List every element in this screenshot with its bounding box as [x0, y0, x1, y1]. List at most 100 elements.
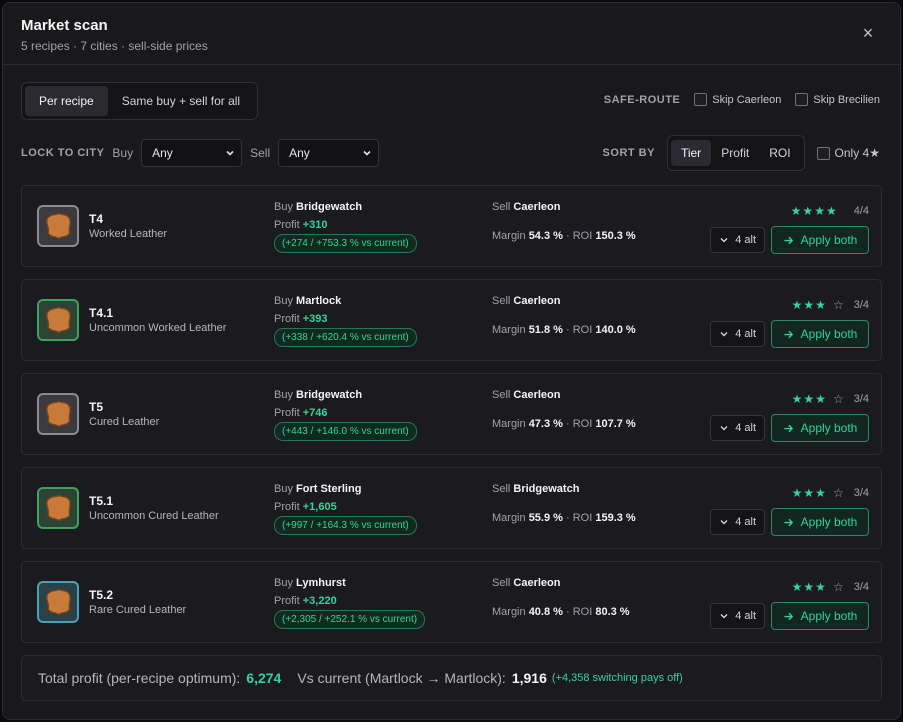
only-4-star-checkbox[interactable]: Only 4★ — [816, 146, 880, 160]
leather-icon — [37, 581, 79, 623]
recipe-card: T5.1 Uncommon Cured Leather Buy Fort Sterl… — [21, 467, 882, 549]
star-empty-icon: ☆ — [832, 486, 844, 500]
market-scan-modal: Market scan 5 recipes · 7 cities · sell-… — [2, 2, 901, 720]
sort-roi-button[interactable]: ROI — [759, 140, 800, 166]
sort-tier-button[interactable]: Tier — [670, 140, 712, 166]
apply-both-button[interactable]: Apply both — [771, 414, 869, 442]
roi-value: 140.0 % — [595, 324, 636, 336]
buy-prefix: Buy — [274, 389, 293, 401]
apply-label: Apply both — [800, 421, 858, 435]
arrow-right-icon — [784, 612, 793, 620]
margin-roi: Margin 54.3 % · ROI 150.3 % — [492, 230, 636, 242]
buy-prefix: Buy — [274, 577, 293, 589]
chevron-down-icon — [226, 150, 234, 156]
total-label: Total profit (per-recipe optimum): — [38, 670, 241, 686]
sell-city-select[interactable]: Any — [278, 139, 380, 167]
leather-icon — [37, 205, 79, 247]
sort-toggle: Tier Profit ROI — [666, 135, 805, 171]
checkbox-label: Only 4★ — [834, 146, 880, 160]
vs-value: 1,916 — [511, 670, 547, 686]
margin-roi: Margin 55.9 % · ROI 159.3 % — [492, 512, 636, 524]
recipe-card: T5.2 Rare Cured Leather Buy Lymhurst Profit… — [21, 561, 882, 643]
star-rating: ★★★★ 4/4 — [791, 204, 869, 218]
roi-value: 150.3 % — [595, 230, 636, 242]
leather-icon — [37, 393, 79, 435]
apply-both-button[interactable]: Apply both — [771, 602, 869, 630]
profit: Profit +3,220 — [274, 595, 337, 607]
apply-both-button[interactable]: Apply both — [771, 320, 869, 348]
checkbox-box[interactable] — [694, 93, 708, 106]
checkbox-box[interactable] — [795, 93, 809, 106]
apply-both-button[interactable]: Apply both — [771, 508, 869, 536]
star-rating: ★★★ ☆ 3/4 — [792, 580, 869, 594]
sell-prefix: Sell — [492, 389, 511, 401]
sort-profit-button[interactable]: Profit — [711, 140, 759, 166]
checkbox-box[interactable] — [816, 146, 830, 160]
recipe-name: Worked Leather — [89, 228, 168, 240]
alternatives-dropdown[interactable]: 4 alt — [710, 415, 765, 441]
skip-caerleon-checkbox[interactable]: Skip Caerleon — [694, 93, 781, 106]
close-icon[interactable]: × — [858, 23, 878, 43]
profit: Profit +310 — [274, 219, 328, 231]
sell-city-name: Caerleon — [513, 295, 561, 307]
sell-city: Sell Caerleon — [492, 577, 560, 589]
profit: Profit +393 — [274, 313, 328, 325]
recipe-name: Uncommon Cured Leather — [89, 510, 219, 522]
arrow-right-icon — [784, 330, 793, 338]
chevron-down-icon — [720, 238, 728, 243]
modal-body: Per recipe Same buy + sell for all SAFE-… — [3, 65, 900, 701]
margin-roi: Margin 51.8 % · ROI 140.0 % — [492, 324, 636, 336]
skip-brecilien-checkbox[interactable]: Skip Brecilien — [795, 93, 880, 106]
roi-prefix: · ROI — [566, 324, 593, 336]
select-value: Any — [289, 146, 310, 160]
select-value: Any — [152, 146, 173, 160]
leather-icon — [37, 299, 79, 341]
chevron-down-icon — [720, 614, 728, 619]
roi-value: 80.3 % — [595, 606, 630, 618]
alternatives-dropdown[interactable]: 4 alt — [710, 509, 765, 535]
buy-city-name: Bridgewatch — [296, 201, 363, 213]
alternatives-dropdown[interactable]: 4 alt — [710, 321, 765, 347]
buy-city-name: Lymhurst — [296, 577, 346, 589]
star-filled-icon: ★★★★ — [790, 204, 838, 218]
buy-city: Buy Fort Sterling — [274, 483, 361, 495]
roi-prefix: · ROI — [566, 606, 593, 618]
chevron-down-icon — [720, 332, 728, 337]
margin-value: 47.3 % — [528, 418, 563, 430]
profit-value: +746 — [302, 407, 328, 419]
star-count: 3/4 — [853, 299, 869, 311]
alt-label: 4 alt — [735, 328, 756, 340]
buy-city-select[interactable]: Any — [141, 139, 243, 167]
checkbox-label: Skip Brecilien — [813, 93, 880, 106]
arrow-right-icon — [784, 236, 793, 244]
margin-value: 40.8 % — [528, 606, 563, 618]
profit-prefix: Profit — [274, 501, 300, 513]
switch-note: (+4,358 switching pays off) — [551, 672, 683, 684]
buy-city: Buy Bridgewatch — [274, 201, 362, 213]
buy-city-name: Fort Sterling — [296, 483, 362, 495]
profit: Profit +1,605 — [274, 501, 337, 513]
sell-city: Sell Bridgewatch — [492, 483, 579, 495]
roi-value: 107.7 % — [595, 418, 636, 430]
buy-city-name: Bridgewatch — [296, 389, 363, 401]
margin-prefix: Margin — [492, 512, 526, 524]
star-rating: ★★★ ☆ 3/4 — [792, 392, 869, 406]
tab-same-buy-sell[interactable]: Same buy + sell for all — [108, 86, 254, 116]
star-rating: ★★★ ☆ 3/4 — [792, 486, 869, 500]
tab-per-recipe[interactable]: Per recipe — [25, 86, 108, 116]
buy-prefix: Buy — [274, 201, 293, 213]
recipe-tier: T5.1 — [89, 494, 114, 508]
chevron-down-icon — [720, 426, 728, 431]
margin-value: 54.3 % — [528, 230, 563, 242]
total-value: 6,274 — [246, 670, 282, 686]
modal-subtitle: 5 recipes · 7 cities · sell-side prices — [21, 39, 208, 53]
profit-value: +1,605 — [302, 501, 337, 513]
buy-label: Buy — [112, 146, 134, 160]
buy-prefix: Buy — [274, 483, 293, 495]
apply-both-button[interactable]: Apply both — [771, 226, 869, 254]
filter-row: LOCK TO CITY Buy Any Sell Any SORT BY Ti… — [21, 135, 882, 185]
alternatives-dropdown[interactable]: 4 alt — [710, 227, 765, 253]
alternatives-dropdown[interactable]: 4 alt — [710, 603, 765, 629]
recipe-card: T5 Cured Leather Buy Bridgewatch Profit +74… — [21, 373, 882, 455]
safe-route-group: SAFE-ROUTE Skip Caerleon Skip Brecilien — [604, 93, 880, 106]
